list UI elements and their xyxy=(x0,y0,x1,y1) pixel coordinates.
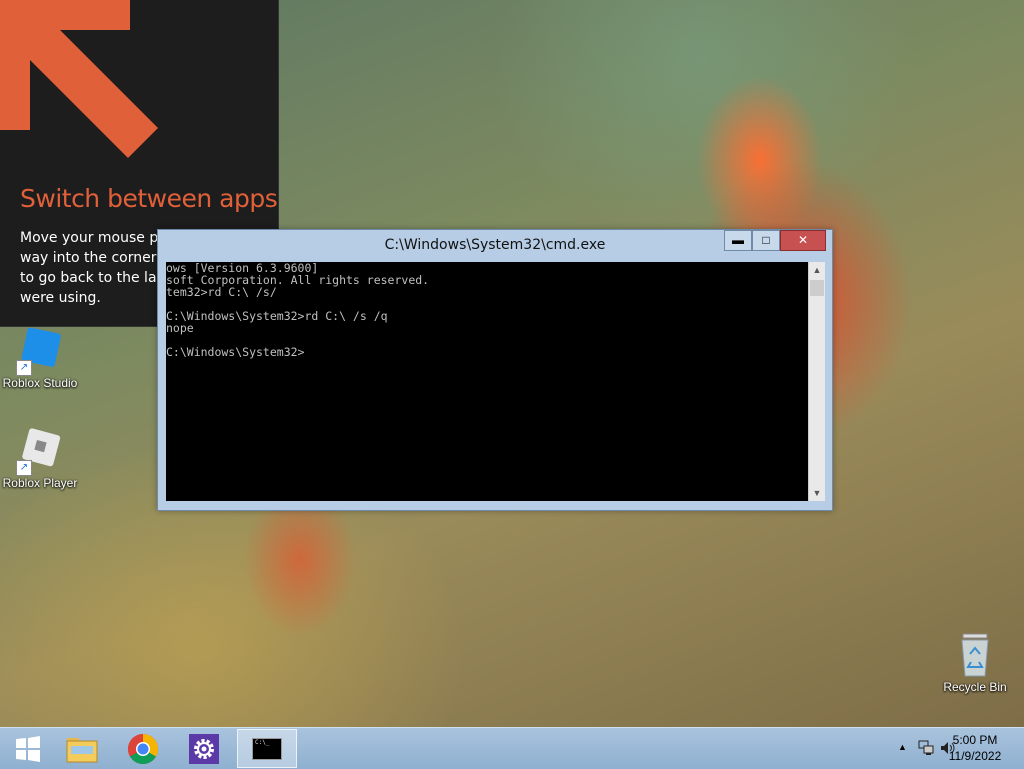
console-line: C:\Windows\System32>rd C:\ /s /q xyxy=(166,309,388,323)
desktop-icon-roblox-player[interactable]: ↗ Roblox Player xyxy=(0,428,80,490)
taskbar-settings[interactable] xyxy=(176,729,232,768)
taskbar: C:\_ ▲ 5:00 PM 11/9/2022 xyxy=(0,727,1024,769)
windows-logo-icon xyxy=(16,735,40,762)
taskbar-cmd[interactable]: C:\_ xyxy=(237,729,297,768)
start-button[interactable] xyxy=(0,729,56,768)
recycle-bin-icon xyxy=(953,632,997,677)
console-line: C:\Windows\System32> xyxy=(166,345,305,359)
clock[interactable]: 5:00 PM 11/9/2022 xyxy=(940,732,1010,764)
clock-time: 5:00 PM xyxy=(952,733,998,747)
scroll-up-icon[interactable]: ▲ xyxy=(809,262,825,278)
taskbar-file-explorer[interactable] xyxy=(54,729,110,768)
desktop-icon-recycle-bin[interactable]: Recycle Bin xyxy=(935,632,1015,694)
cmd-icon-text: C:\_ xyxy=(255,738,270,746)
network-icon[interactable] xyxy=(918,740,934,756)
vertical-scrollbar[interactable]: ▲ ▼ xyxy=(808,262,825,501)
console-line: tem32>rd C:\ /s/ xyxy=(166,285,277,299)
show-hidden-icons-icon[interactable]: ▲ xyxy=(898,742,907,752)
folder-icon xyxy=(66,737,98,762)
system-tray: ▲ 5:00 PM 11/9/2022 xyxy=(874,728,1024,769)
console-output[interactable]: ows [Version 6.3.9600] soft Corporation. … xyxy=(166,262,808,501)
desktop-icon-label: Roblox Player xyxy=(2,476,78,490)
gear-icon xyxy=(189,733,219,764)
roblox-studio-icon: ↗ xyxy=(16,327,62,376)
maximize-button[interactable]: □ xyxy=(752,230,780,251)
close-button[interactable]: ✕ xyxy=(780,230,826,251)
console-line: nope xyxy=(166,321,194,335)
desktop-icon-label: Recycle Bin xyxy=(943,680,1007,694)
scroll-thumb[interactable] xyxy=(810,280,824,296)
minimize-button[interactable]: ▬ xyxy=(724,230,752,251)
roblox-player-icon: ↗ xyxy=(16,428,62,476)
title-bar[interactable]: C:\Windows\System32\cmd.exe ▬ □ ✕ xyxy=(158,230,832,260)
taskbar-chrome[interactable] xyxy=(115,729,171,768)
shortcut-arrow-icon: ↗ xyxy=(16,460,32,476)
desktop-icon-label: Roblox Studio xyxy=(2,376,78,390)
tooltip-title: Switch between apps xyxy=(20,184,278,213)
cmd-window[interactable]: C:\Windows\System32\cmd.exe ▬ □ ✕ ows [V… xyxy=(157,229,833,511)
cmd-icon: C:\_ xyxy=(252,737,282,760)
shortcut-arrow-icon: ↗ xyxy=(16,360,32,376)
clock-date: 11/9/2022 xyxy=(948,749,1002,763)
desktop-icon-roblox-studio[interactable]: ↗ Roblox Studio xyxy=(0,327,80,390)
chrome-icon xyxy=(127,733,159,764)
console-text: ows [Version 6.3.9600] soft Corporation. … xyxy=(166,262,808,358)
corner-arrow-icon xyxy=(0,0,158,158)
scroll-down-icon[interactable]: ▼ xyxy=(809,485,825,501)
